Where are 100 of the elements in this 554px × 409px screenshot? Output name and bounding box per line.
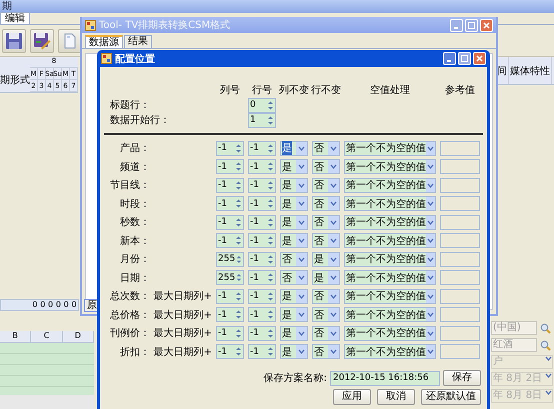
dropdown[interactable]: 否 — [312, 196, 340, 211]
number-spinner[interactable]: -1 — [248, 233, 276, 248]
number-spinner[interactable]: -1 — [248, 288, 276, 304]
number-spinner[interactable]: -1 — [216, 307, 244, 322]
number-spinner[interactable]: -1 — [248, 178, 276, 192]
dropdown[interactable]: 是 — [280, 178, 308, 192]
save-button[interactable]: 保存 — [443, 370, 481, 386]
number-spinner[interactable]: -1 — [248, 307, 276, 322]
number-spinner[interactable]: -1 — [248, 344, 276, 359]
reference-field[interactable] — [440, 233, 480, 248]
dropdown[interactable]: 否 — [312, 233, 340, 248]
number-spinner[interactable]: -1 — [248, 140, 276, 156]
minimize-button[interactable] — [450, 18, 463, 32]
reference-field[interactable] — [440, 307, 480, 322]
number-spinner[interactable]: -1 — [248, 326, 276, 340]
dropdown[interactable]: 是 — [280, 326, 308, 340]
dialog-button[interactable]: 还原默认值 — [421, 389, 481, 405]
dropdown[interactable]: 第一个不为空的值 — [344, 214, 436, 230]
number-spinner[interactable]: 255 — [216, 252, 244, 266]
dropdown[interactable]: 是 — [280, 307, 308, 322]
dropdown[interactable]: 是 — [280, 159, 308, 174]
dropdown[interactable]: 是 — [280, 214, 308, 230]
number-spinner[interactable]: -1 — [216, 344, 244, 359]
number-spinner[interactable]: -1 — [248, 214, 276, 230]
dropdown[interactable]: 否 — [312, 307, 340, 322]
tab[interactable]: 结果 — [124, 35, 152, 48]
document-button[interactable] — [58, 28, 82, 52]
number-spinner[interactable]: -1 — [248, 196, 276, 211]
number-spinner[interactable]: 0 — [248, 98, 276, 112]
dropdown[interactable]: 第一个不为空的值 — [344, 307, 436, 322]
maximize-button[interactable] — [465, 18, 478, 32]
spin-arrows-icon — [266, 142, 275, 154]
number-spinner[interactable]: 1 — [248, 112, 276, 128]
dropdown[interactable]: 第一个不为空的值 — [344, 252, 436, 266]
spin-arrows-icon — [234, 328, 243, 338]
dropdown[interactable]: 第一个不为空的值 — [344, 233, 436, 248]
number-spinner[interactable]: -1 — [216, 196, 244, 211]
save-button[interactable] — [2, 28, 26, 52]
dropdown[interactable]: 是 — [280, 233, 308, 248]
column-header[interactable]: C — [31, 331, 63, 342]
dropdown[interactable]: 否 — [312, 140, 340, 156]
reference-field[interactable] — [440, 178, 480, 192]
number-spinner[interactable]: -1 — [248, 252, 276, 266]
search-icon[interactable] — [540, 322, 551, 334]
dropdown[interactable]: 是 — [280, 344, 308, 359]
dropdown[interactable]: 否 — [312, 288, 340, 304]
reference-field[interactable] — [440, 344, 480, 359]
reference-field[interactable] — [440, 159, 480, 174]
reference-field[interactable] — [440, 326, 480, 340]
close-button[interactable] — [480, 18, 493, 32]
column-header[interactable]: D — [62, 331, 94, 342]
caret-icon — [298, 220, 305, 224]
dropdown[interactable]: 是 — [312, 252, 340, 266]
number-spinner[interactable]: -1 — [216, 326, 244, 340]
number-spinner[interactable]: -1 — [216, 288, 244, 304]
caret-icon — [427, 349, 434, 354]
dropdown[interactable]: 第一个不为空的值 — [344, 140, 436, 156]
reference-field[interactable] — [440, 214, 480, 230]
number-spinner[interactable]: -1 — [216, 178, 244, 192]
dropdown[interactable]: 否 — [312, 178, 340, 192]
dropdown[interactable]: 第一个不为空的值 — [344, 288, 436, 304]
number-spinner[interactable]: -1 — [248, 159, 276, 174]
dropdown[interactable]: 是 — [280, 196, 308, 211]
dropdown[interactable]: 否 — [312, 344, 340, 359]
reference-field[interactable] — [440, 252, 480, 266]
dropdown[interactable]: 否 — [280, 270, 308, 285]
number-spinner[interactable]: -1 — [216, 214, 244, 230]
close-button[interactable] — [473, 52, 486, 65]
number-spinner[interactable]: -1 — [216, 140, 244, 156]
number-spinner[interactable]: -1 — [216, 159, 244, 174]
dropdown[interactable]: 第一个不为空的值 — [344, 196, 436, 211]
edit-button[interactable] — [30, 28, 54, 52]
dropdown[interactable]: 第一个不为空的值 — [344, 344, 436, 359]
number-spinner[interactable]: -1 — [248, 270, 276, 285]
scheme-name-field[interactable]: 2012-10-15 16:18:56 — [330, 370, 440, 386]
search-icon[interactable] — [540, 340, 551, 350]
maximize-button[interactable] — [458, 52, 471, 65]
number-spinner[interactable]: -1 — [216, 233, 244, 248]
dialog-button[interactable]: 取消 — [377, 389, 415, 405]
reference-field[interactable] — [440, 288, 480, 304]
dropdown[interactable]: 否 — [312, 326, 340, 340]
dropdown[interactable]: 否 — [280, 252, 308, 266]
dropdown[interactable]: 是 — [280, 140, 308, 156]
dropdown[interactable]: 是 — [280, 288, 308, 304]
tab[interactable]: 编辑 — [0, 12, 30, 24]
minimize-button[interactable] — [443, 52, 456, 65]
reference-field[interactable] — [440, 270, 480, 285]
dropdown[interactable]: 第一个不为空的值 — [344, 159, 436, 174]
reference-field[interactable] — [440, 196, 480, 211]
number-spinner[interactable]: 255 — [216, 270, 244, 285]
dropdown[interactable]: 第一个不为空的值 — [344, 178, 436, 192]
dropdown[interactable]: 第一个不为空的值 — [344, 270, 436, 285]
tab[interactable]: 数据源 — [85, 35, 123, 48]
dropdown[interactable]: 否 — [312, 159, 340, 174]
dialog-button[interactable]: 应用 — [333, 389, 371, 405]
reference-field[interactable] — [440, 140, 480, 156]
column-header[interactable]: B — [0, 331, 32, 342]
dropdown[interactable]: 第一个不为空的值 — [344, 326, 436, 340]
dropdown[interactable]: 是 — [312, 270, 340, 285]
dropdown[interactable]: 否 — [312, 214, 340, 230]
